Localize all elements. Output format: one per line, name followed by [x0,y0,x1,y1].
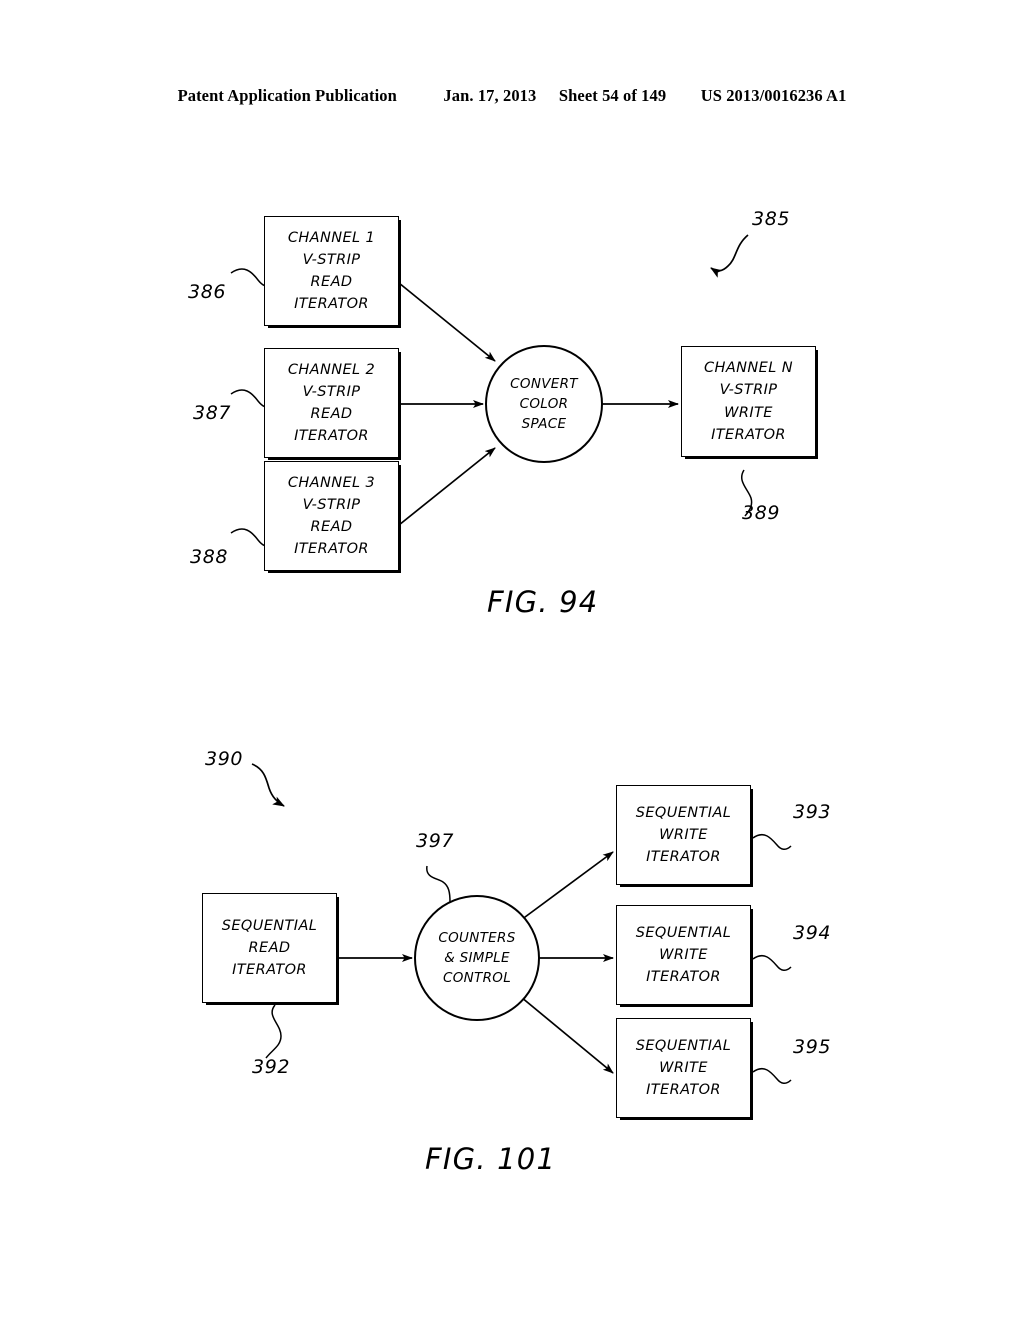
connector-ch3-to-convert [398,447,496,526]
ref-numeral-393: 393 [793,801,832,823]
ref-numeral-392: 392 [252,1056,291,1078]
leader-395 [752,1067,792,1084]
sequential-write-iterator-2[interactable]: SEQUENTIAL WRITE ITERATOR [616,905,751,1005]
patent-drawing-sheet: Patent Application Publication Jan. 17, … [0,0,1024,1320]
assembly-arrow-385 [710,234,749,278]
node-line: CHANNEL 3 [287,474,376,491]
node-line: ITERATOR [646,1082,721,1099]
header-publication-label: Patent Application Publication [177,86,397,105]
node-line: READ [310,406,353,422]
ref-numeral-395: 395 [793,1036,832,1058]
node-line: SEQUENTIAL [635,804,732,821]
node-line: V-STRIP [302,496,361,513]
ref-numeral-397: 397 [416,830,455,852]
node-line: READ [248,939,291,956]
ref-numeral-389: 389 [742,502,781,524]
node-line: SEQUENTIAL [635,1037,732,1054]
channel-2-read-iterator[interactable]: CHANNEL 2 V-STRIP READ ITERATOR [264,348,399,458]
node-line: V-STRIP [719,382,778,399]
sequential-read-iterator[interactable]: SEQUENTIAL READ ITERATOR [202,893,337,1003]
node-line: V-STRIP [302,251,361,268]
ref-numeral-394: 394 [793,922,832,944]
channel-3-read-iterator[interactable]: CHANNEL 3 V-STRIP READ ITERATOR [264,461,399,571]
figure-caption-101: FIG. 101 [425,1142,557,1176]
header-sheet-label: Sheet 54 of 149 [558,86,667,105]
node-line: WRITE [659,946,708,963]
ref-numeral-385: 385 [752,208,791,230]
figure-caption-94: FIG. 94 [487,585,599,619]
node-line: ITERATOR [646,969,721,986]
node-line: ITERATOR [294,428,369,445]
node-line: ITERATOR [646,849,721,866]
counters-and-simple-control-node[interactable]: COUNTERS & SIMPLE CONTROL [414,895,540,1021]
node-line: SPACE [521,416,567,433]
leader-397 [426,865,451,903]
node-line: CONVERT [510,375,578,392]
ref-numeral-390: 390 [205,748,244,770]
node-line: ITERATOR [294,541,369,558]
node-line: COUNTERS [438,929,516,946]
leader-392 [265,1004,282,1059]
connector-ch1-to-convert [398,282,496,362]
assembly-arrow-390 [251,763,285,807]
node-line: & SIMPLE [444,949,510,966]
convert-color-space-node[interactable]: CONVERT COLOR SPACE [485,345,603,463]
node-line: COLOR [519,395,569,412]
node-line: CHANNEL 1 [287,229,376,246]
node-line: WRITE [724,404,773,421]
node-line: SEQUENTIAL [221,917,318,934]
node-line: SEQUENTIAL [635,924,732,941]
node-line: CHANNEL 2 [287,361,376,378]
leader-393 [752,833,792,850]
node-line: ITERATOR [294,296,369,313]
sheet-header: Patent Application Publication Jan. 17, … [0,86,1024,106]
leader-394 [752,954,792,971]
ref-numeral-387: 387 [193,402,232,424]
channel-1-read-iterator[interactable]: CHANNEL 1 V-STRIP READ ITERATOR [264,216,399,326]
node-line: ITERATOR [711,426,786,443]
connector-counters-to-write-1 [520,851,614,921]
node-line: WRITE [659,826,708,843]
node-line: WRITE [659,1059,708,1076]
node-line: CHANNEL N [704,360,793,377]
connector-counters-to-write-3 [520,996,614,1074]
node-line: READ [310,519,353,535]
sequential-write-iterator-1[interactable]: SEQUENTIAL WRITE ITERATOR [616,785,751,885]
sequential-write-iterator-3[interactable]: SEQUENTIAL WRITE ITERATOR [616,1018,751,1118]
node-line: ITERATOR [232,962,307,979]
figure-connector-layer [230,234,792,1084]
ref-numeral-388: 388 [190,546,229,568]
node-line: CONTROL [442,970,512,987]
header-patent-number: US 2013/0016236 A1 [700,86,847,105]
header-date-label: Jan. 17, 2013 [443,86,537,105]
node-line: READ [310,274,353,290]
ref-numeral-386: 386 [188,281,227,303]
node-line: V-STRIP [302,383,361,400]
channel-n-write-iterator[interactable]: CHANNEL N V-STRIP WRITE ITERATOR [681,346,816,457]
